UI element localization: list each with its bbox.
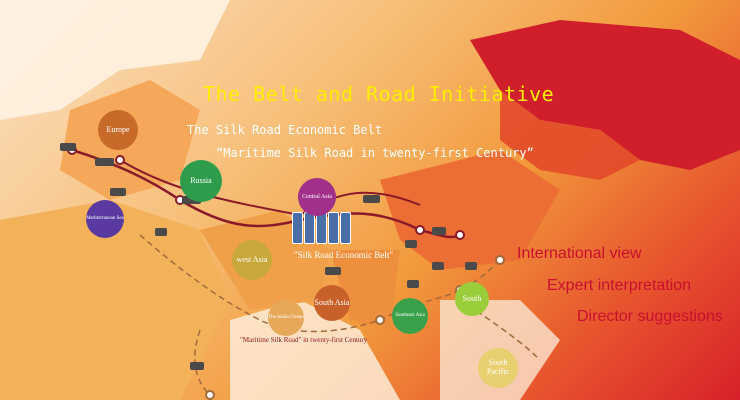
menu-expert-interpretation[interactable]: Expert interpretation bbox=[547, 277, 691, 295]
city-tag bbox=[95, 158, 114, 166]
region-bubble-west-asia: west Asia bbox=[232, 240, 272, 280]
city-tag bbox=[405, 240, 418, 248]
region-bubble-central-asia: Central Asia bbox=[298, 178, 336, 216]
map-stage: Europe Russia Mediterranean Sea Central … bbox=[0, 0, 740, 400]
region-label-indian-ocean: The Indian Ocean bbox=[268, 315, 304, 321]
city-dot bbox=[375, 315, 385, 325]
city-tag bbox=[363, 195, 381, 203]
city-dot bbox=[115, 155, 125, 165]
route-label-maritime-silk-road: "Maritime Silk Road" in twenty-first Cen… bbox=[240, 336, 368, 344]
region-bubble-mediterranean: Mediterranean Sea bbox=[86, 200, 124, 238]
central-asia-country-marker bbox=[328, 212, 339, 244]
city-dot bbox=[205, 390, 215, 400]
region-label-central-asia: Central Asia bbox=[302, 193, 332, 200]
city-tag bbox=[155, 228, 168, 236]
city-dot bbox=[455, 230, 465, 240]
region-label-south: South bbox=[462, 293, 482, 303]
route-label-silk-road-belt: "Silk Road Economic Belt" bbox=[294, 250, 394, 260]
menu-director-suggestions[interactable]: Director suggestions bbox=[577, 308, 723, 326]
region-bubble-south-pacific: South Pacific bbox=[478, 348, 518, 388]
city-tag bbox=[60, 143, 76, 151]
region-bubble-south: South bbox=[455, 282, 489, 316]
region-label-south-asia: South Asia bbox=[314, 297, 350, 307]
subtitle-silk-road-belt: The Silk Road Economic Belt bbox=[187, 123, 383, 137]
region-bubble-southeast-asia: Southeast Asia bbox=[392, 298, 428, 334]
city-tag bbox=[465, 262, 478, 270]
region-bubble-russia: Russia bbox=[180, 160, 222, 202]
region-bubble-indian-ocean: The Indian Ocean bbox=[268, 300, 304, 336]
page-title: The Belt and Road Initiative bbox=[203, 82, 555, 106]
central-asia-country-marker bbox=[292, 212, 303, 244]
central-asia-country-marker bbox=[304, 212, 315, 244]
city-tag bbox=[432, 227, 446, 235]
region-label-south-pacific: South Pacific bbox=[486, 358, 510, 376]
region-label-west-asia: west Asia bbox=[236, 254, 268, 264]
central-asia-country-marker bbox=[316, 212, 327, 244]
region-bubble-europe: Europe bbox=[98, 110, 138, 150]
region-label-southeast-asia: Southeast Asia bbox=[395, 313, 425, 319]
city-tag bbox=[110, 188, 126, 196]
city-tag bbox=[432, 262, 445, 270]
central-asia-country-marker bbox=[340, 212, 351, 244]
city-tag bbox=[190, 362, 204, 370]
city-tag bbox=[325, 267, 341, 275]
city-dot bbox=[415, 225, 425, 235]
region-label-russia: Russia bbox=[190, 175, 212, 185]
region-bubble-south-asia: South Asia bbox=[314, 285, 350, 321]
city-dot bbox=[495, 255, 505, 265]
region-label-mediterranean: Mediterranean Sea bbox=[86, 216, 124, 222]
region-label-europe: Europe bbox=[106, 124, 130, 134]
menu-international-view[interactable]: International view bbox=[517, 245, 642, 263]
subtitle-maritime-silk-road: “Maritime Silk Road in twenty-first Cent… bbox=[216, 146, 534, 160]
city-tag bbox=[407, 280, 420, 288]
